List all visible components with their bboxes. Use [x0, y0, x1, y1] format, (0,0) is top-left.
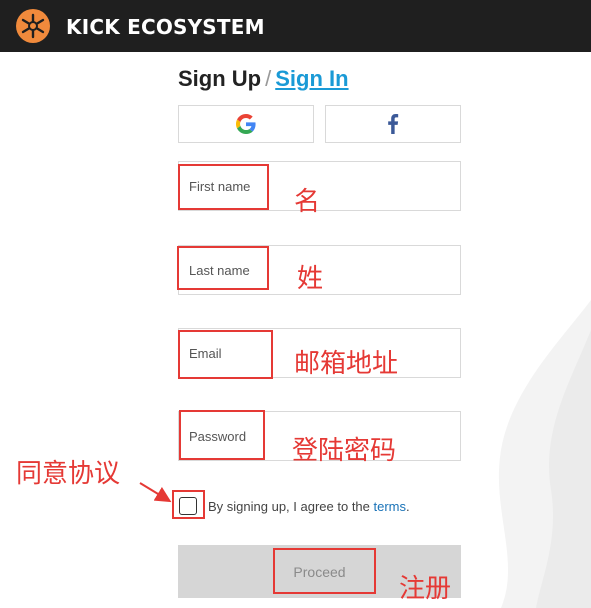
kick-logo-icon[interactable] — [16, 9, 50, 43]
google-signup-button[interactable] — [178, 105, 314, 143]
annotation-agree: 同意协议 — [16, 459, 121, 489]
facebook-f-icon — [388, 114, 399, 134]
terms-text-prefix: By signing up, I agree to the — [208, 498, 374, 514]
top-bar: KICK ECOSYSTEM — [0, 0, 591, 52]
google-g-icon — [236, 114, 256, 134]
terms-text-suffix: . — [406, 498, 410, 514]
terms-agreement-row: By signing up, I agree to the terms. — [178, 495, 410, 517]
terms-checkbox[interactable] — [179, 497, 197, 515]
terms-text: By signing up, I agree to the terms. — [208, 499, 410, 514]
sign-up-title: Sign Up — [178, 66, 262, 91]
annotation-register: 注册 — [399, 574, 452, 604]
terms-link[interactable]: terms — [374, 499, 407, 514]
annotation-password: 登陆密码 — [292, 436, 397, 466]
annotation-first-name: 名 — [294, 187, 321, 217]
facebook-signup-button[interactable] — [325, 105, 461, 143]
sign-in-link[interactable]: Sign In — [275, 66, 348, 91]
background-decoration — [498, 300, 591, 608]
annotation-last-name: 姓 — [297, 264, 324, 294]
annotation-email: 邮箱地址 — [294, 349, 399, 379]
page-heading: Sign Up / Sign In — [178, 66, 349, 92]
heading-separator: / — [265, 66, 272, 91]
brand-name[interactable]: KICK ECOSYSTEM — [66, 15, 265, 39]
